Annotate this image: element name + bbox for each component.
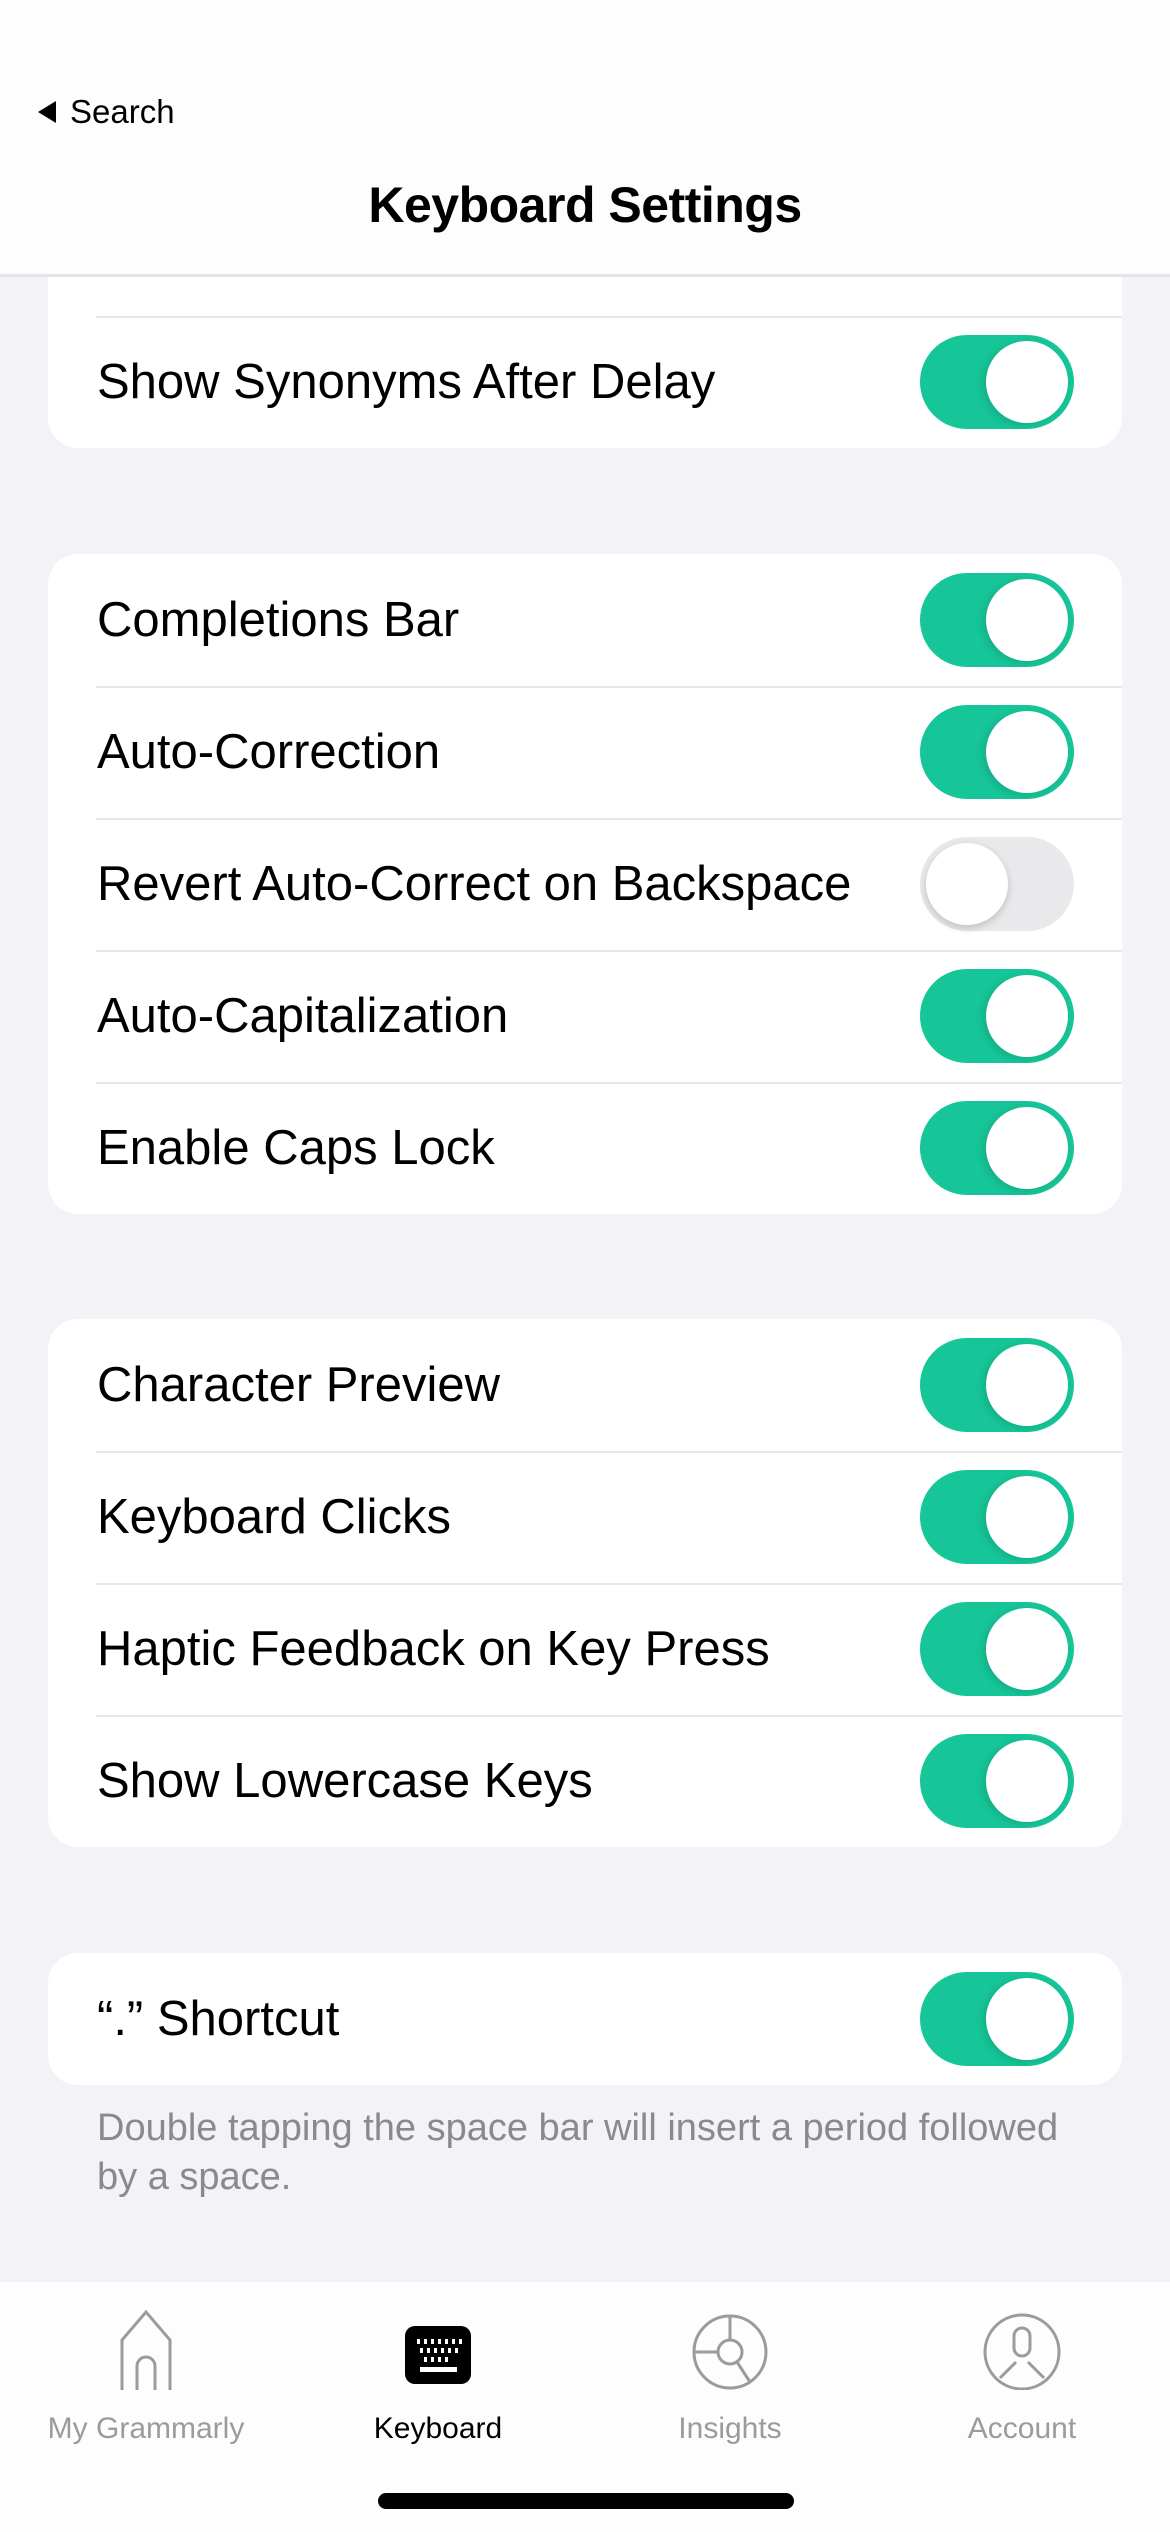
toggle-knob [986,1107,1068,1189]
row-label: “.” Shortcut [97,1992,340,2046]
settings-row-enable-caps-lock[interactable]: Enable Caps Lock [48,1082,1122,1214]
row-label: Revert Auto-Correct on Backspace [97,857,852,911]
row-label: Haptic Feedback on Key Press [97,1622,770,1676]
tab-insights[interactable]: Insights [584,2302,876,2452]
revert-auto-correct-toggle[interactable] [920,837,1074,931]
toggle-knob [986,975,1068,1057]
tab-label: Keyboard [373,2412,503,2445]
row-label: Show Synonyms After Delay [97,355,716,409]
settings-row-show-lowercase-keys[interactable]: Show Lowercase Keys [48,1715,1122,1847]
row-label: Enable Caps Lock [97,1121,495,1175]
home-icon [120,2310,172,2390]
toggle-knob [986,1740,1068,1822]
toggle-knob [986,341,1068,423]
tab-label: My Grammarly [47,2412,245,2445]
haptic-feedback-toggle[interactable] [920,1602,1074,1696]
toggle-knob [986,711,1068,793]
navigation-bar: Search Keyboard Settings [0,0,1170,277]
tab-account[interactable]: Account [876,2302,1168,2452]
row-label: Auto-Correction [97,725,441,779]
auto-correction-toggle[interactable] [920,705,1074,799]
feedback-group: Character Preview Keyboard Clicks Haptic… [48,1319,1122,1847]
auto-capitalization-toggle[interactable] [920,969,1074,1063]
tab-label: Insights [678,2412,782,2445]
character-preview-toggle[interactable] [920,1338,1074,1432]
period-shortcut-footer: Double tapping the space bar will insert… [97,2107,1059,2198]
page-title: Keyboard Settings [368,177,802,233]
period-shortcut-group: “.” Shortcut [48,1953,1122,2085]
keyboard-clicks-toggle[interactable] [920,1470,1074,1564]
toggle-knob [986,1978,1068,2060]
tab-my-grammarly[interactable]: My Grammarly [0,2302,292,2452]
toggle-knob [986,579,1068,661]
row-label: Character Preview [97,1358,501,1412]
row-label: Completions Bar [97,593,460,647]
completions-bar-toggle[interactable] [920,573,1074,667]
settings-row-auto-correction[interactable]: Auto-Correction [48,686,1122,818]
tab-label: Account [967,2412,1077,2445]
enable-caps-lock-toggle[interactable] [920,1101,1074,1195]
back-arrow-icon [38,101,56,123]
settings-row-character-preview[interactable]: Character Preview [48,1319,1122,1451]
settings-row-haptic-feedback[interactable]: Haptic Feedback on Key Press [48,1583,1122,1715]
account-icon [983,2313,1061,2390]
settings-scroll-view[interactable]: Synonyms Show Synonyms After Delay Compl… [0,0,1170,2282]
row-label: Show Lowercase Keys [97,1754,593,1808]
settings-row-revert-auto-correct[interactable]: Revert Auto-Correct on Backspace [48,818,1122,950]
show-lowercase-keys-toggle[interactable] [920,1734,1074,1828]
home-indicator [378,2493,794,2509]
tab-keyboard[interactable]: Keyboard [292,2302,584,2452]
period-shortcut-toggle[interactable] [920,1972,1074,2066]
toggle-knob [986,1608,1068,1690]
settings-row-keyboard-clicks[interactable]: Keyboard Clicks [48,1451,1122,1583]
show-synonyms-after-delay-toggle[interactable] [920,335,1074,429]
settings-row-show-synonyms-after-delay[interactable]: Show Synonyms After Delay [48,316,1122,448]
insights-icon [692,2314,768,2390]
toggle-knob [926,843,1008,925]
settings-row-completions-bar[interactable]: Completions Bar [48,554,1122,686]
correction-group: Completions Bar Auto-Correction Revert A… [48,554,1122,1214]
keyboard-icon [405,2326,471,2384]
back-button[interactable]: Search [38,90,175,134]
toggle-knob [986,1476,1068,1558]
settings-row-auto-capitalization[interactable]: Auto-Capitalization [48,950,1122,1082]
row-label: Auto-Capitalization [97,989,509,1043]
back-label: Search [70,93,175,130]
row-label: Keyboard Clicks [97,1490,452,1544]
settings-row-period-shortcut[interactable]: “.” Shortcut [48,1953,1122,2085]
toggle-knob [986,1344,1068,1426]
